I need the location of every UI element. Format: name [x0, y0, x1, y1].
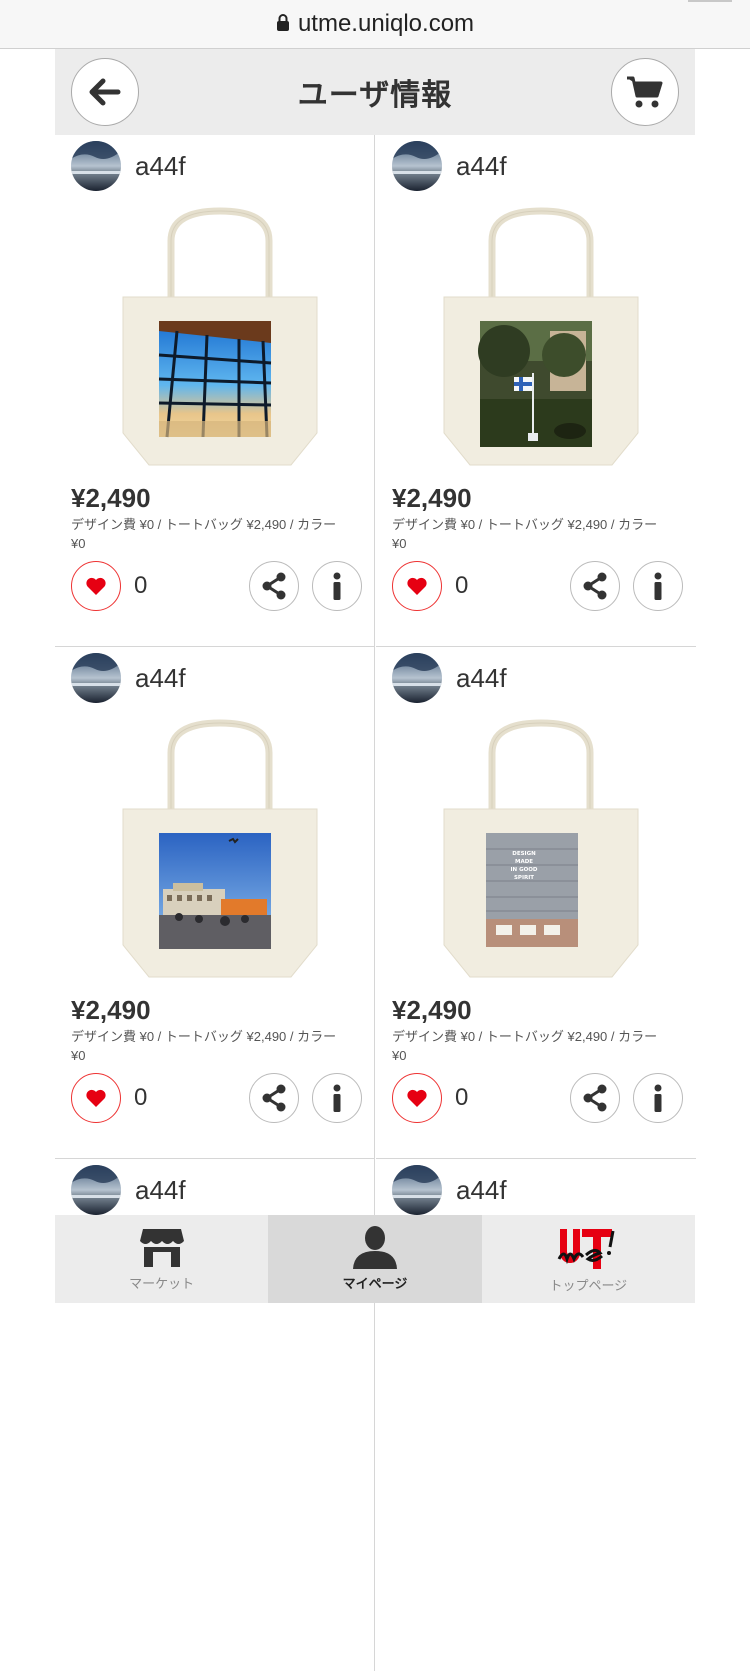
url-text: utme.uniqlo.com: [297, 10, 475, 37]
tab-market[interactable]: マーケット: [55, 1215, 268, 1303]
user-info[interactable]: a44f: [71, 141, 186, 191]
like-count: 0: [455, 1084, 469, 1111]
svg-text:DESIGN: DESIGN: [512, 851, 536, 857]
like-button[interactable]: [392, 1073, 442, 1123]
page-title: ユーザ情報: [297, 79, 453, 112]
share-icon: [262, 572, 286, 600]
printed-photo: DESIGN MADE IN GOOD SPIRIT: [486, 833, 578, 947]
printed-photo: [158, 321, 272, 438]
tote-bag-image[interactable]: [115, 201, 325, 471]
username[interactable]: a44f: [135, 1175, 186, 1206]
user-info[interactable]: a44f: [392, 1165, 507, 1215]
like-count: 0: [134, 1084, 148, 1111]
share-icon: [583, 1084, 607, 1112]
avatar[interactable]: [392, 1165, 442, 1215]
price-breakdown: デザイン費 ¥0 / トートバッグ ¥2,490 / カラー ¥0: [392, 517, 658, 551]
heart-icon: [86, 577, 106, 595]
person-icon: [352, 1226, 397, 1269]
username[interactable]: a44f: [456, 1175, 507, 1206]
user-info[interactable]: a44f: [392, 653, 507, 703]
like-button[interactable]: [71, 561, 121, 611]
share-icon: [583, 572, 607, 600]
product-price: ¥2,490: [71, 995, 151, 1025]
svg-text:MADE: MADE: [515, 859, 533, 865]
avatar[interactable]: [392, 141, 442, 191]
info-icon: [333, 1084, 341, 1112]
tab-mypage-label: マイページ: [342, 1276, 408, 1291]
share-button[interactable]: [249, 1073, 299, 1123]
share-button[interactable]: [570, 1073, 620, 1123]
printed-photo: [159, 833, 271, 949]
username[interactable]: a44f: [135, 663, 186, 694]
share-button[interactable]: [570, 561, 620, 611]
avatar[interactable]: [71, 653, 121, 703]
heart-icon: [407, 1089, 427, 1107]
avatar[interactable]: [71, 141, 121, 191]
product-card[interactable]: a44f ¥2,490 デザイン費 ¥0 / トートバッグ ¥2,490 / カ…: [55, 135, 375, 647]
tab-market-label: マーケット: [129, 1276, 195, 1291]
tote-bag-image[interactable]: [436, 201, 646, 471]
heart-icon: [407, 577, 427, 595]
product-price: ¥2,490: [392, 483, 472, 513]
svg-text:IN GOOD: IN GOOD: [511, 867, 538, 873]
info-button[interactable]: [312, 1073, 362, 1123]
username[interactable]: a44f: [456, 151, 507, 182]
page-header: ユーザ情報: [55, 49, 695, 135]
share-button[interactable]: [249, 561, 299, 611]
heart-icon: [86, 1089, 106, 1107]
price-breakdown: デザイン費 ¥0 / トートバッグ ¥2,490 / カラー ¥0: [71, 517, 337, 551]
username[interactable]: a44f: [456, 663, 507, 694]
like-count: 0: [455, 572, 469, 599]
tab-toppage-label: トップページ: [549, 1278, 628, 1293]
cart-button[interactable]: [611, 58, 679, 126]
share-icon: [262, 1084, 286, 1112]
info-button[interactable]: [312, 561, 362, 611]
product-card[interactable]: a44f ¥2,490 デザイン費 ¥0 / トートバッグ ¥2,490 / カ…: [55, 647, 375, 1159]
product-card[interactable]: a44f DESIGN MADE IN GOOD SPIRIT ¥2,490 デザイン…: [376, 647, 696, 1159]
user-info[interactable]: a44f: [71, 653, 186, 703]
info-icon: [654, 1084, 662, 1112]
browser-url-bar[interactable]: utme.uniqlo.com: [0, 0, 750, 49]
browser-indicator: [688, 0, 732, 2]
bottom-tab-bar: マーケット マイページ トップページ: [55, 1215, 695, 1303]
info-icon: [333, 572, 341, 600]
storefront-icon: [139, 1229, 184, 1267]
printed-photo: [478, 321, 592, 447]
product-card[interactable]: a44f ¥2,490 デザイン費 ¥0 / トートバッグ ¥2,490 / カ…: [376, 135, 696, 647]
tote-bag-image[interactable]: [115, 713, 325, 983]
avatar[interactable]: [392, 653, 442, 703]
product-price: ¥2,490: [71, 483, 151, 513]
username[interactable]: a44f: [135, 151, 186, 182]
avatar[interactable]: [71, 1165, 121, 1215]
ut-me-logo: [557, 1229, 615, 1269]
like-button[interactable]: [392, 561, 442, 611]
arrow-left-icon: [89, 78, 121, 106]
price-breakdown: デザイン費 ¥0 / トートバッグ ¥2,490 / カラー ¥0: [392, 1029, 658, 1063]
tote-bag-image[interactable]: DESIGN MADE IN GOOD SPIRIT: [436, 713, 646, 983]
price-breakdown: デザイン費 ¥0 / トートバッグ ¥2,490 / カラー ¥0: [71, 1029, 337, 1063]
user-info[interactable]: a44f: [392, 141, 507, 191]
user-info[interactable]: a44f: [71, 1165, 186, 1215]
tab-mypage[interactable]: マイページ: [268, 1215, 482, 1303]
svg-text:SPIRIT: SPIRIT: [514, 875, 534, 881]
like-button[interactable]: [71, 1073, 121, 1123]
back-button[interactable]: [71, 58, 139, 126]
product-price: ¥2,490: [392, 995, 472, 1025]
info-button[interactable]: [633, 1073, 683, 1123]
info-button[interactable]: [633, 561, 683, 611]
lock-icon: [276, 10, 290, 38]
cart-icon: [627, 76, 663, 108]
like-count: 0: [134, 572, 148, 599]
tab-toppage[interactable]: トップページ: [482, 1215, 695, 1303]
info-icon: [654, 572, 662, 600]
